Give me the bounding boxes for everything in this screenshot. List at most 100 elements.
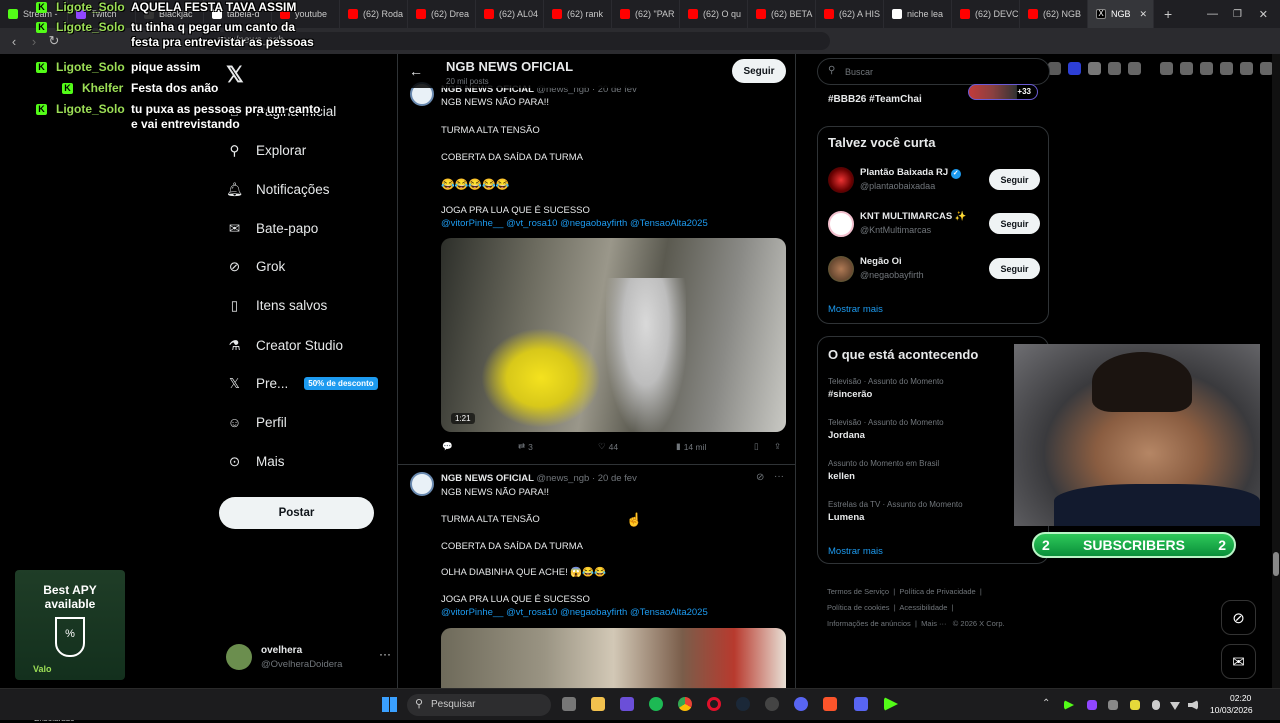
browser-tab[interactable]: (62) Roda	[340, 0, 408, 28]
clock-date[interactable]: 10/03/2026	[1210, 705, 1253, 715]
file-explorer-icon[interactable]	[591, 697, 605, 711]
start-icon[interactable]	[382, 697, 397, 712]
trend-item[interactable]: Estrelas da TV · Assunto do Momento Lumen…	[828, 500, 1040, 532]
app-icon[interactable]	[620, 697, 634, 711]
app-icon[interactable]	[765, 697, 779, 711]
browser-tab[interactable]: (62) A HIS	[816, 0, 884, 28]
taskbar-search-input[interactable]: Pesquisar	[431, 699, 475, 710]
trend-top[interactable]: #BBB26 #TeamChai	[828, 94, 922, 105]
show-more-link[interactable]: Mostrar mais	[828, 304, 883, 315]
follow-button[interactable]: Seguir	[989, 169, 1040, 190]
browser-tab[interactable]: (62) rank	[544, 0, 612, 28]
sidebar-item-notifica-es[interactable]: 🔔︎ Notificações	[226, 181, 330, 198]
tray-icon[interactable]	[1087, 700, 1097, 710]
app-icon[interactable]	[794, 697, 808, 711]
share-button[interactable]: ⇪	[774, 441, 781, 452]
sidebar-item-perfil[interactable]: ☺ Perfil	[226, 414, 287, 431]
steam-icon[interactable]	[736, 697, 750, 711]
close-tab-icon[interactable]: ✕	[1139, 9, 1147, 20]
sidebar-item-explorar[interactable]: ⚲ Explorar	[226, 142, 307, 159]
scrollbar-thumb[interactable]	[1273, 552, 1279, 576]
suggestion-name: Plantão Baixada RJ ✓	[860, 167, 961, 179]
like-button[interactable]: ♡ 44	[598, 441, 618, 452]
show-more-link[interactable]: Mostrar mais	[828, 546, 883, 557]
tray-icon[interactable]	[1108, 700, 1118, 710]
tweet-image[interactable]	[441, 628, 786, 688]
minimize-icon[interactable]: —	[1207, 8, 1218, 20]
retweet-button[interactable]: ⇄ 3	[518, 441, 533, 452]
task-view-icon[interactable]	[562, 697, 576, 711]
close-window-icon[interactable]: ✕	[1259, 8, 1268, 21]
spotify-icon[interactable]	[649, 697, 663, 711]
brave-icon[interactable]	[823, 697, 837, 711]
reply-button[interactable]: 💬	[442, 441, 453, 452]
vpn-icon[interactable]	[1240, 62, 1253, 75]
suggestion-item[interactable]: Negão Oi @negaobayfirth Seguir	[818, 254, 1050, 290]
grok-float-button[interactable]: ⊘	[1221, 600, 1256, 635]
footer-links: Termos de Serviço | Política de Privacid…	[827, 587, 1005, 628]
browser-tab[interactable]: (62) "PAR	[612, 0, 680, 28]
messages-float-button[interactable]: ✉	[1221, 644, 1256, 679]
scrollbar[interactable]	[1272, 54, 1280, 688]
trend-item[interactable]: Assunto do Momento em Brasilkellen···	[828, 459, 1040, 491]
reload-icon[interactable]: ↻	[44, 33, 64, 49]
tweet[interactable]: NGB NEWS OFICIAL @news_ngb · 20 de fev ⊘…	[398, 471, 795, 688]
suggestion-item[interactable]: KNT MULTIMARCAS ✨ @KntMultimarcas Seguir	[818, 209, 1050, 245]
new-tab-button[interactable]: +	[1164, 6, 1172, 22]
extension-icon[interactable]	[1088, 62, 1101, 75]
trend-item[interactable]: Televisão · Assunto do Momento#sincerão·…	[828, 377, 1040, 409]
forward-icon[interactable]: ›	[24, 34, 44, 49]
back-icon[interactable]: ‹	[4, 34, 24, 49]
trend-topic: Jordana	[828, 430, 865, 441]
post-button[interactable]: Postar	[219, 497, 374, 529]
browser-tab[interactable]: (62) Drea	[408, 0, 476, 28]
clock-time[interactable]: 02:20	[1230, 693, 1251, 703]
wallet-icon[interactable]	[1200, 62, 1213, 75]
grok-icon[interactable]: ⊘	[756, 472, 764, 483]
follow-button[interactable]: Seguir	[989, 258, 1040, 279]
follow-button[interactable]: Seguir	[989, 213, 1040, 234]
search-input[interactable]: Buscar	[845, 67, 873, 77]
sidebar-item-grok[interactable]: ⊘ Grok	[226, 258, 285, 275]
trend-item[interactable]: Televisão · Assunto do MomentoJordana···	[828, 418, 1040, 450]
sidebar-item-bate-papo[interactable]: ✉ Bate-papo	[226, 220, 318, 237]
suggestion-item[interactable]: Plantão Baixada RJ ✓ @plantaobaixadaa Se…	[818, 165, 1050, 201]
sidebar-item-pre[interactable]: 𝕏 Pre... 50% de desconto	[226, 375, 378, 392]
more-icon[interactable]: ···	[379, 647, 391, 661]
account-switcher[interactable]: ovelhera @OvelheraDoidera ···	[226, 644, 391, 674]
mic-icon[interactable]	[1152, 700, 1160, 710]
sidebar-icon[interactable]	[1180, 62, 1193, 75]
opera-icon[interactable]	[707, 697, 721, 711]
browser-tab[interactable]: (62) NGB	[1020, 0, 1088, 28]
extension-icon[interactable]	[1220, 62, 1233, 75]
sidebar-item-creator-studio[interactable]: ⚗ Creator Studio	[226, 337, 343, 354]
back-arrow-icon[interactable]: ←	[409, 63, 423, 79]
taskbar-search[interactable]: ⚲ Pesquisar	[407, 694, 551, 716]
tab-active[interactable]: X NGB ✕	[1088, 0, 1154, 28]
browser-tab[interactable]: (62) BETA	[748, 0, 816, 28]
bookmark-button[interactable]: ▯	[754, 441, 759, 452]
tweet-mentions[interactable]: @vitorPinhe__ @vt_rosa10 @negaobayfirth …	[441, 218, 708, 229]
search-box[interactable]: ⚲ Buscar	[817, 58, 1050, 85]
browser-tab[interactable]: (62) O qu	[680, 0, 748, 28]
sidebar-item-mais[interactable]: ⊙ Mais	[226, 453, 285, 470]
tray-icon[interactable]	[1130, 700, 1140, 710]
discord-icon[interactable]	[854, 697, 868, 711]
extension-icon[interactable]	[1068, 62, 1081, 75]
tweet-video[interactable]: 1:21	[441, 238, 786, 432]
browser-tab[interactable]: (62) AL04	[476, 0, 544, 28]
sidebar-item-itens-salvos[interactable]: ▯ Itens salvos	[226, 297, 328, 314]
browser-tab[interactable]: (62) DEVC	[952, 0, 1020, 28]
views-button[interactable]: ▮ 14 mil	[676, 441, 706, 452]
tweet[interactable]: NGB NEWS OFICIAL @news_ngb · 20 de fev N…	[398, 82, 795, 462]
follow-button[interactable]: Seguir	[732, 59, 786, 83]
puzzle-icon[interactable]	[1108, 62, 1121, 75]
tweet-mentions[interactable]: @vitorPinhe__ @vt_rosa10 @negaobayfirth …	[441, 607, 708, 618]
x-logo-icon[interactable]: 𝕏	[226, 62, 244, 88]
chrome-icon[interactable]	[678, 697, 692, 711]
music-icon[interactable]	[1160, 62, 1173, 75]
more-icon[interactable]: ···	[774, 471, 784, 482]
browser-tab[interactable]: niche lea	[884, 0, 952, 28]
restore-icon[interactable]: ❐	[1233, 9, 1242, 20]
extension-icon[interactable]	[1128, 62, 1141, 75]
